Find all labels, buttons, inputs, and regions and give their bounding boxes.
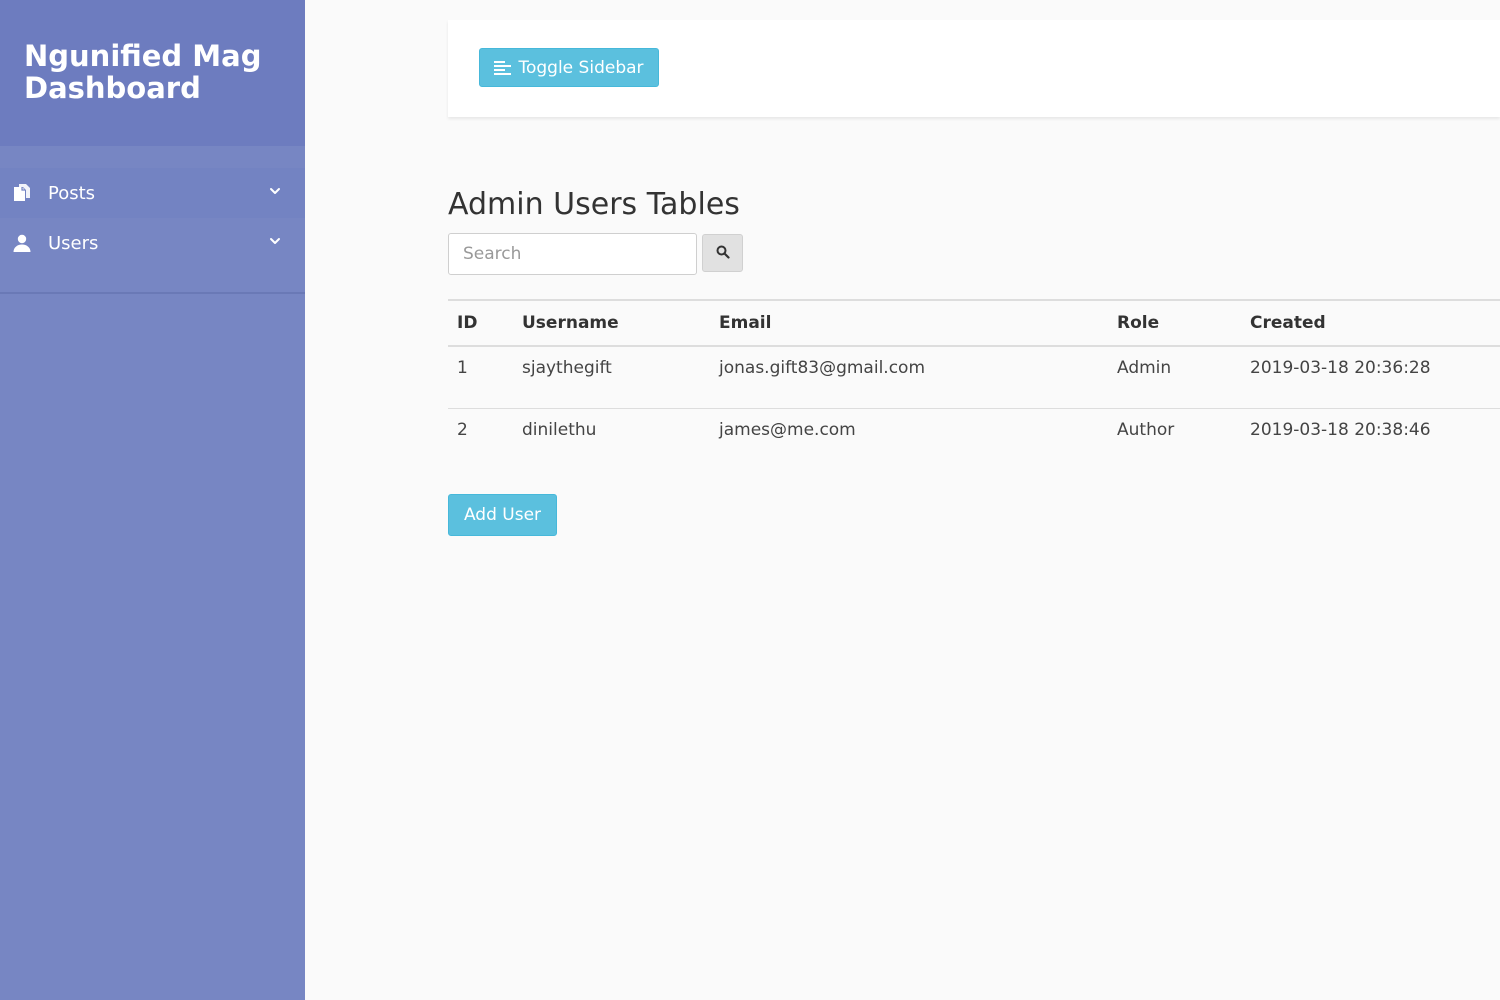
cell-username: dinilethu	[522, 419, 597, 440]
chevron-down-icon	[268, 233, 282, 247]
page-title: Admin Users Tables	[448, 187, 740, 222]
sidebar-item-posts[interactable]: Posts	[0, 168, 305, 218]
column-header-email: Email	[710, 299, 1108, 347]
search-form	[448, 233, 1500, 275]
column-header-id: ID	[448, 299, 513, 347]
cell-role: Author	[1117, 419, 1175, 440]
table-header-row: ID Username Email Role Created	[448, 299, 1500, 347]
main-content: Toggle Sidebar Admin Users Tables ID	[448, 0, 1500, 536]
table-row: 1 sjaythegift jonas.gift83@gmail.com Adm…	[448, 346, 1500, 409]
sidebar-header: Ngunified Mag Dashboard	[0, 0, 305, 146]
cell-created: 2019-03-18 20:38:46	[1250, 419, 1431, 440]
search-icon	[716, 245, 730, 262]
sidebar-item-users[interactable]: Users	[0, 218, 305, 268]
user-icon	[11, 232, 33, 254]
cell-created: 2019-03-18 20:36:28	[1241, 346, 1500, 409]
add-user-button[interactable]: Add User	[448, 494, 557, 536]
cell-id: 1	[448, 346, 513, 409]
files-icon	[11, 182, 33, 204]
chevron-down-icon	[268, 183, 282, 197]
brand-title-line2: Dashboard	[24, 71, 201, 105]
sidebar-item-label: Users	[48, 232, 99, 254]
cell-email: james@me.com	[719, 419, 856, 440]
column-header-created: Created	[1241, 299, 1500, 347]
brand-title[interactable]: Ngunified Mag Dashboard	[24, 40, 281, 104]
search-input[interactable]	[448, 233, 697, 275]
top-navbar: Toggle Sidebar	[448, 20, 1500, 117]
cell-id: 2	[457, 419, 468, 440]
align-left-icon	[494, 60, 512, 76]
toggle-sidebar-button[interactable]: Toggle Sidebar	[479, 48, 659, 87]
cell-role: Admin	[1108, 346, 1241, 409]
users-table: ID Username Email Role Created 1 sjaythe…	[448, 299, 1500, 470]
cell-username: sjaythegift	[513, 346, 710, 409]
table-row: 2 dinilethu james@me.com Author 2019-03-…	[448, 408, 1500, 470]
sidebar-nav: Posts Users	[0, 168, 305, 294]
brand-title-line1: Ngunified Mag	[24, 39, 262, 73]
toggle-sidebar-label: Toggle Sidebar	[518, 57, 644, 78]
column-header-username: Username	[513, 299, 710, 347]
search-button[interactable]	[702, 234, 743, 272]
sidebar: Ngunified Mag Dashboard Posts Users	[0, 0, 305, 1000]
cell-email: jonas.gift83@gmail.com	[710, 346, 1108, 409]
sidebar-item-label: Posts	[48, 182, 96, 204]
column-header-role: Role	[1108, 299, 1241, 347]
